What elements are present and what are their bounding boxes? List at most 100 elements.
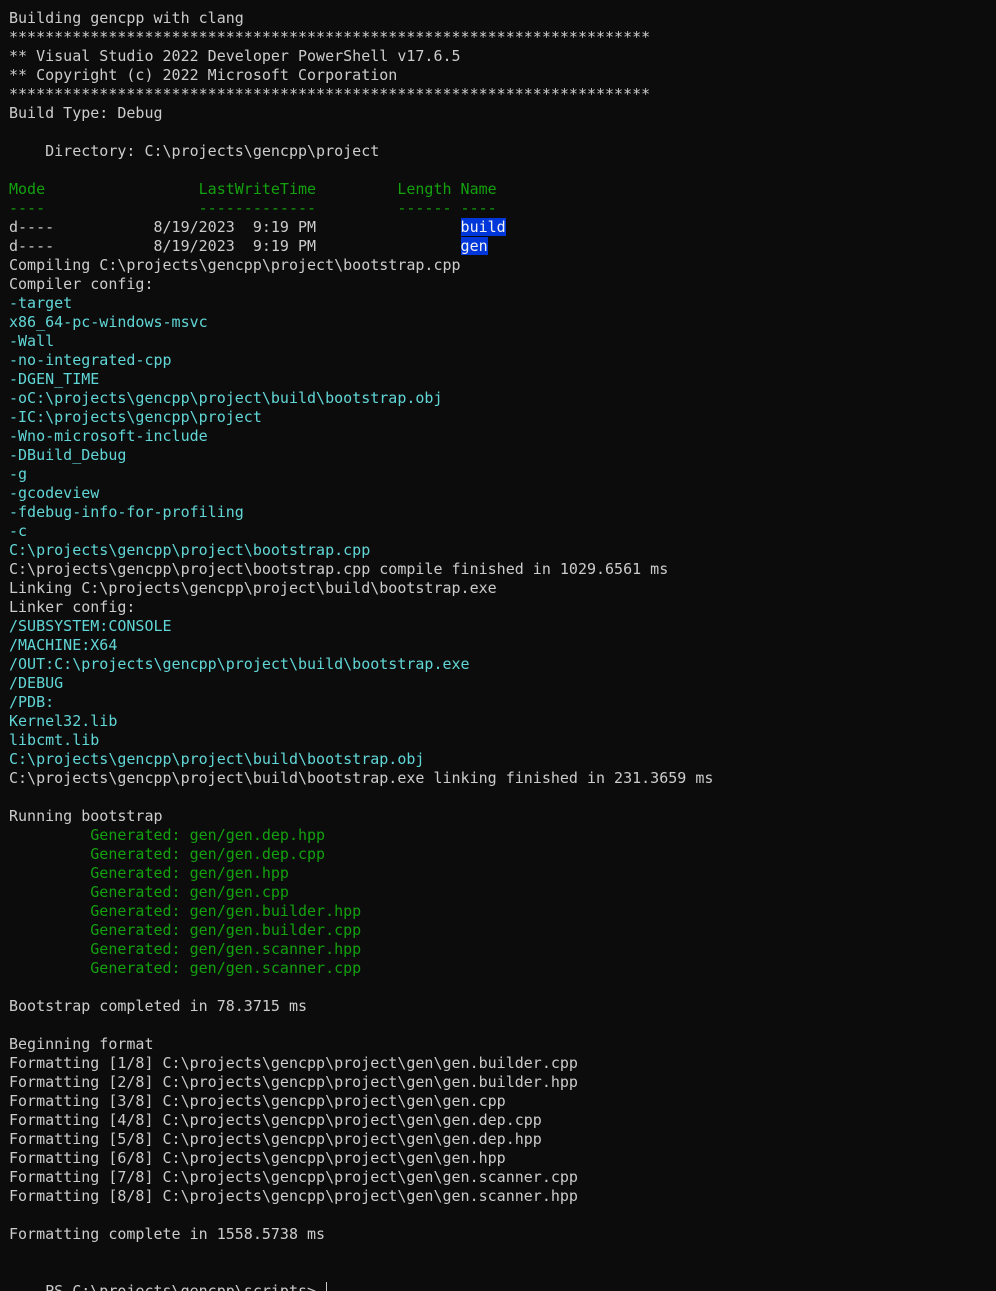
output-text: /MACHINE:X64: [9, 636, 118, 654]
prompt-line[interactable]: PS C:\projects\gencpp\scripts>: [9, 1263, 996, 1291]
output-text: Mode LastWriteTime Length Name: [9, 180, 497, 198]
output-text: x86_64-pc-windows-msvc: [9, 313, 208, 331]
output-line: C:\projects\gencpp\project\bootstrap.cpp…: [9, 560, 996, 579]
output-line: Formatting complete in 1558.5738 ms: [9, 1225, 996, 1244]
output-text: Generated: gen/gen.hpp: [9, 864, 289, 882]
output-line: -target: [9, 294, 996, 313]
output-line: Formatting [8/8] C:\projects\gencpp\proj…: [9, 1187, 996, 1206]
output-line: Formatting [1/8] C:\projects\gencpp\proj…: [9, 1054, 996, 1073]
output-line: x86_64-pc-windows-msvc: [9, 313, 996, 332]
output-text: Generated: gen/gen.dep.cpp: [9, 845, 326, 863]
output-text: -Wall: [9, 332, 55, 350]
terminal-output: Building gencpp with clang **************…: [9, 9, 996, 1263]
output-text: -Wno-microsoft-include: [9, 427, 208, 445]
output-text: Formatting [7/8] C:\projects\gencpp\proj…: [9, 1168, 578, 1186]
output-text: Formatting [8/8] C:\projects\gencpp\proj…: [9, 1187, 578, 1205]
output-text: Formatting [6/8] C:\projects\gencpp\proj…: [9, 1149, 506, 1167]
output-line: Running bootstrap: [9, 807, 996, 826]
output-text: -DGEN_TIME: [9, 370, 100, 388]
output-line: C:\projects\gencpp\project\build\bootstr…: [9, 769, 996, 788]
output-line: Kernel32.lib: [9, 712, 996, 731]
output-text: -IC:\projects\gencpp\project: [9, 408, 262, 426]
output-line: -gcodeview: [9, 484, 996, 503]
output-line: Formatting [7/8] C:\projects\gencpp\proj…: [9, 1168, 996, 1187]
output-line: Linker config:: [9, 598, 996, 617]
output-line: Generated: gen/gen.builder.cpp: [9, 921, 996, 940]
output-line: d---- 8/19/2023 9:19 PM build: [9, 218, 996, 237]
output-line: -IC:\projects\gencpp\project: [9, 408, 996, 427]
directory-name: build: [460, 218, 506, 236]
output-line: Generated: gen/gen.cpp: [9, 883, 996, 902]
output-text: Formatting [5/8] C:\projects\gencpp\proj…: [9, 1130, 542, 1148]
directory-name: gen: [460, 237, 488, 255]
output-text: Formatting [1/8] C:\projects\gencpp\proj…: [9, 1054, 578, 1072]
output-text: Formatting [2/8] C:\projects\gencpp\proj…: [9, 1073, 578, 1091]
output-text: C:\projects\gencpp\project\build\bootstr…: [9, 750, 425, 768]
output-text: libcmt.lib: [9, 731, 100, 749]
output-text: Formatting [3/8] C:\projects\gencpp\proj…: [9, 1092, 506, 1110]
output-text: d---- 8/19/2023 9:19 PM: [9, 237, 461, 255]
output-text: -fdebug-info-for-profiling: [9, 503, 244, 521]
output-text: Build Type: Debug: [9, 104, 163, 122]
output-text: C:\projects\gencpp\project\bootstrap.cpp: [9, 541, 371, 559]
output-line: ---- ------------- ------ ----: [9, 199, 996, 218]
output-text: Compiler config:: [9, 275, 154, 293]
output-text: Beginning format: [9, 1035, 154, 1053]
output-text: Generated: gen/gen.builder.cpp: [9, 921, 362, 939]
output-text: Building gencpp with clang: [9, 9, 244, 27]
output-line: Formatting [2/8] C:\projects\gencpp\proj…: [9, 1073, 996, 1092]
output-text: ****************************************…: [9, 28, 651, 46]
text-cursor: [326, 1282, 328, 1291]
output-text: Generated: gen/gen.scanner.cpp: [9, 959, 362, 977]
output-line: Generated: gen/gen.scanner.cpp: [9, 959, 996, 978]
output-text: Kernel32.lib: [9, 712, 118, 730]
shell-prompt: PS C:\projects\gencpp\scripts>: [45, 1282, 326, 1291]
output-text: Bootstrap completed in 78.3715 ms: [9, 997, 308, 1015]
output-text: ** Visual Studio 2022 Developer PowerShe…: [9, 47, 461, 65]
output-line: Formatting [4/8] C:\projects\gencpp\proj…: [9, 1111, 996, 1130]
output-text: -gcodeview: [9, 484, 100, 502]
output-line: /OUT:C:\projects\gencpp\project\build\bo…: [9, 655, 996, 674]
output-text: Directory: C:\projects\gencpp\project: [9, 142, 380, 160]
output-line: C:\projects\gencpp\project\bootstrap.cpp: [9, 541, 996, 560]
output-text: Compiling C:\projects\gencpp\project\boo…: [9, 256, 461, 274]
output-text: Running bootstrap: [9, 807, 163, 825]
output-line: Linking C:\projects\gencpp\project\build…: [9, 579, 996, 598]
output-text: Generated: gen/gen.scanner.hpp: [9, 940, 362, 958]
output-line: Generated: gen/gen.dep.hpp: [9, 826, 996, 845]
output-line: Compiling C:\projects\gencpp\project\boo…: [9, 256, 996, 275]
output-line: Mode LastWriteTime Length Name: [9, 180, 996, 199]
output-line: -DBuild_Debug: [9, 446, 996, 465]
output-text: /DEBUG: [9, 674, 64, 692]
output-line: Formatting [5/8] C:\projects\gencpp\proj…: [9, 1130, 996, 1149]
output-text: C:\projects\gencpp\project\build\bootstr…: [9, 769, 714, 787]
output-text: /SUBSYSTEM:CONSOLE: [9, 617, 172, 635]
output-line: /SUBSYSTEM:CONSOLE: [9, 617, 996, 636]
output-line: Compiler config:: [9, 275, 996, 294]
output-line: Formatting [3/8] C:\projects\gencpp\proj…: [9, 1092, 996, 1111]
output-line: Generated: gen/gen.builder.hpp: [9, 902, 996, 921]
output-text: -DBuild_Debug: [9, 446, 127, 464]
output-line: Bootstrap completed in 78.3715 ms: [9, 997, 996, 1016]
output-text: -no-integrated-cpp: [9, 351, 172, 369]
output-text: Formatting complete in 1558.5738 ms: [9, 1225, 326, 1243]
output-line: Build Type: Debug: [9, 104, 996, 123]
output-text: Linking C:\projects\gencpp\project\build…: [9, 579, 497, 597]
output-line: libcmt.lib: [9, 731, 996, 750]
output-line: -g: [9, 465, 996, 484]
terminal-window[interactable]: Building gencpp with clang **************…: [0, 0, 996, 1291]
output-line: -fdebug-info-for-profiling: [9, 503, 996, 522]
output-line: /MACHINE:X64: [9, 636, 996, 655]
output-line: Generated: gen/gen.hpp: [9, 864, 996, 883]
output-line: d---- 8/19/2023 9:19 PM gen: [9, 237, 996, 256]
output-line: -Wall: [9, 332, 996, 351]
output-line: ** Copyright (c) 2022 Microsoft Corporat…: [9, 66, 996, 85]
output-line: ****************************************…: [9, 85, 996, 104]
output-text: /PDB:: [9, 693, 55, 711]
